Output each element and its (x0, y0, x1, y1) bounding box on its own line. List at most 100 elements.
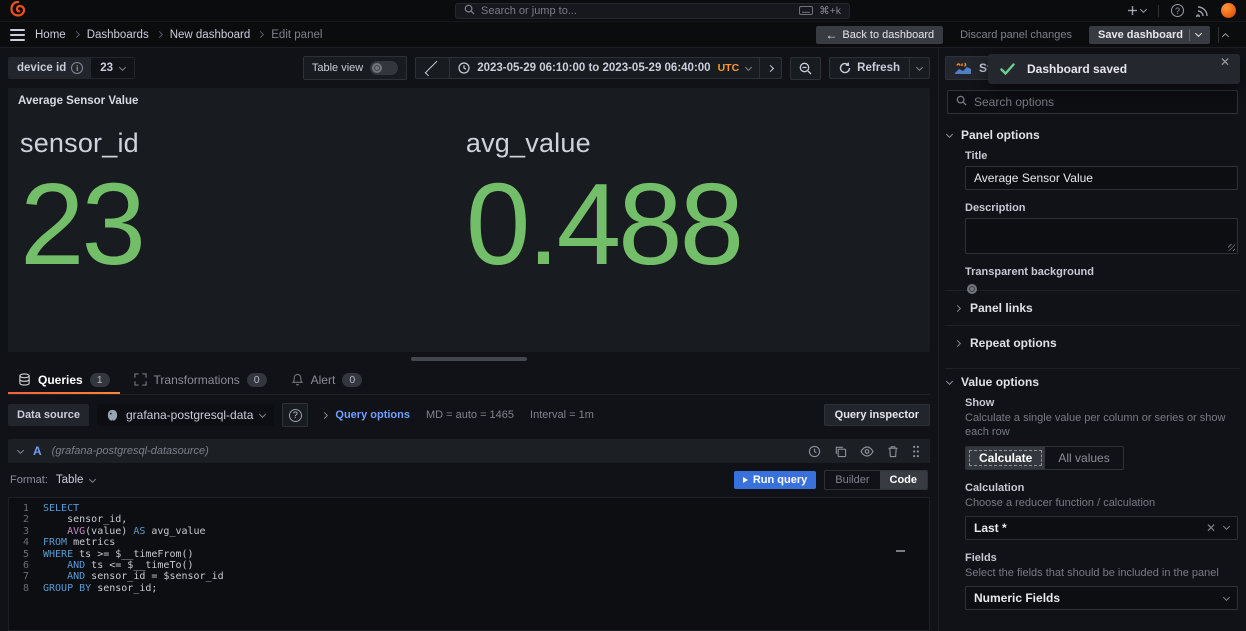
eye-icon[interactable] (860, 446, 874, 457)
title-label: Title (965, 150, 1238, 162)
grafana-logo (10, 1, 26, 20)
info-icon: i (71, 62, 83, 74)
chevron-down-icon (259, 410, 266, 417)
panel-title-input[interactable] (974, 171, 1229, 185)
collapse-toolbar-button[interactable] (1218, 27, 1236, 43)
calculation-description: Choose a reducer function / calculation (965, 496, 1238, 510)
editor-tabs: Queries 1 Transformations 0 Alert 0 (8, 365, 930, 395)
play-icon (743, 477, 748, 483)
stat-values: sensor_id 23 avg_value 0.488 (8, 114, 930, 283)
table-view-label: Table view (312, 62, 363, 74)
breadcrumb-item-edit-panel: Edit panel (271, 29, 322, 41)
chevron-down-icon[interactable] (1195, 30, 1202, 37)
save-dashboard-button[interactable]: Save dashboard (1089, 26, 1210, 44)
breadcrumb-item-dashboards[interactable]: Dashboards (87, 29, 149, 41)
code-line[interactable]: 3 AVG(value) AS avg_value (9, 526, 929, 537)
refresh-interval-caret[interactable] (909, 58, 929, 78)
tab-queries[interactable]: Queries 1 (8, 365, 120, 394)
breadcrumb-item-home[interactable]: Home (35, 29, 66, 41)
chevron-down-icon (89, 475, 96, 482)
chevron-right-icon (954, 304, 961, 311)
builder-mode-button[interactable]: Builder (825, 471, 879, 489)
tab-transformations[interactable]: Transformations 0 (124, 365, 277, 394)
datasource-picker[interactable]: grafana-postgresql-data (97, 404, 274, 426)
chevron-down-icon (946, 130, 953, 137)
back-to-dashboard-button[interactable]: ← Back to dashboard (816, 26, 943, 44)
transform-icon (134, 373, 147, 386)
top-nav: ⌘+k ? (0, 0, 1246, 22)
breadcrumb-item-new-dashboard[interactable]: New dashboard (170, 29, 251, 41)
drag-handle-icon[interactable] (912, 445, 920, 458)
code-line[interactable]: 5WHERE ts >= $__timeFrom() (9, 549, 929, 560)
discard-panel-changes-button[interactable]: Discard panel changes (951, 26, 1081, 44)
help-icon: ? (289, 409, 302, 422)
arrow-left-icon: ← (825, 29, 837, 41)
history-icon[interactable] (808, 445, 821, 458)
edit-panel-main: device id i 23 Table view 2023-05 (0, 48, 938, 631)
panel-preview: Average Sensor Value sensor_id 23 avg_va… (8, 88, 930, 352)
help-button[interactable]: ? (1171, 4, 1184, 17)
code-line[interactable]: 2 sensor_id, (9, 514, 929, 525)
user-avatar[interactable] (1221, 3, 1236, 18)
refresh-button[interactable]: Refresh (830, 58, 909, 78)
calculation-label: Calculation (965, 482, 1238, 494)
time-zoom-out-button[interactable] (790, 57, 821, 80)
variable-value-picker[interactable]: 23 (91, 58, 134, 78)
toast-close-button[interactable]: ✕ (1220, 56, 1230, 68)
time-forward-button[interactable] (760, 58, 781, 78)
datasource-label: Data source (8, 404, 89, 426)
code-line[interactable]: 7 AND sensor_id = $sensor_id (9, 571, 929, 582)
run-query-button[interactable]: Run query (734, 471, 816, 489)
options-search-input[interactable] (974, 95, 1229, 109)
code-line[interactable]: 1SELECT (9, 503, 929, 514)
panel-description-textarea[interactable] (965, 218, 1238, 254)
count-badge: 0 (247, 373, 267, 387)
add-button[interactable] (1127, 5, 1146, 16)
interval: Interval = 1m (530, 409, 594, 421)
chevron-down-icon (1140, 6, 1147, 13)
query-inspector-button[interactable]: Query inspector (824, 404, 930, 426)
time-range-picker[interactable]: 2023-05-29 06:10:00 to 2023-05-29 06:40:… (450, 58, 760, 78)
global-search-input[interactable] (481, 5, 793, 17)
global-search[interactable]: ⌘+k (455, 3, 850, 19)
query-collapse-chevron[interactable] (17, 446, 24, 453)
refresh-icon (839, 62, 851, 74)
sql-code: 1SELECT2 sensor_id,3 AVG(value) AS avg_v… (9, 503, 929, 594)
menu-toggle[interactable] (10, 29, 25, 41)
copy-icon[interactable] (834, 445, 847, 458)
news-button[interactable] (1196, 5, 1209, 17)
sql-code-editor[interactable]: 1SELECT2 sensor_id,3 AVG(value) AS avg_v… (8, 497, 930, 631)
datasource-bar: Data source grafana-postgresql-data ? Qu… (8, 403, 930, 427)
panel-links-section[interactable]: Panel links (945, 290, 1240, 325)
value-options-header[interactable]: Value options (945, 369, 1240, 393)
code-line[interactable]: 4FROM metrics (9, 537, 929, 548)
calculation-select[interactable]: Last * ✕ (965, 516, 1238, 540)
code-line[interactable]: 8GROUP BY sensor_id; (9, 583, 929, 594)
time-back-button[interactable] (416, 58, 450, 78)
help-icon: ? (1171, 4, 1184, 17)
divider (1189, 29, 1190, 41)
stat-label: sensor_id (20, 128, 466, 159)
clear-icon[interactable]: ✕ (1206, 521, 1216, 535)
tab-alert[interactable]: Alert 0 (281, 365, 373, 394)
query-datasource-hint: (grafana-postgresql-datasource) (52, 445, 209, 457)
table-view-toggle[interactable] (370, 61, 398, 75)
datasource-help-button[interactable]: ? (282, 403, 308, 427)
chevron-right-icon (321, 411, 328, 418)
format-select[interactable]: Table (56, 474, 96, 486)
code-mode-button[interactable]: Code (880, 471, 928, 489)
show-option-all-values[interactable]: All values (1045, 447, 1122, 469)
panel-resize-handle[interactable] (411, 357, 527, 361)
count-badge: 1 (90, 373, 110, 387)
panel-options-header[interactable]: Panel options (945, 116, 1240, 146)
options-search[interactable] (947, 90, 1238, 114)
code-line[interactable]: 6 AND ts <= $__timeTo() (9, 560, 929, 571)
trash-icon[interactable] (887, 445, 899, 458)
query-options-toggle[interactable]: Query options (322, 409, 410, 421)
divider (1158, 5, 1159, 17)
show-description: Calculate a single value per column or s… (965, 411, 1238, 440)
stat-value: 23 (20, 165, 466, 283)
show-option-calculate[interactable]: Calculate (966, 447, 1045, 469)
fields-select[interactable]: Numeric Fields (965, 586, 1238, 610)
repeat-options-section[interactable]: Repeat options (945, 325, 1240, 360)
